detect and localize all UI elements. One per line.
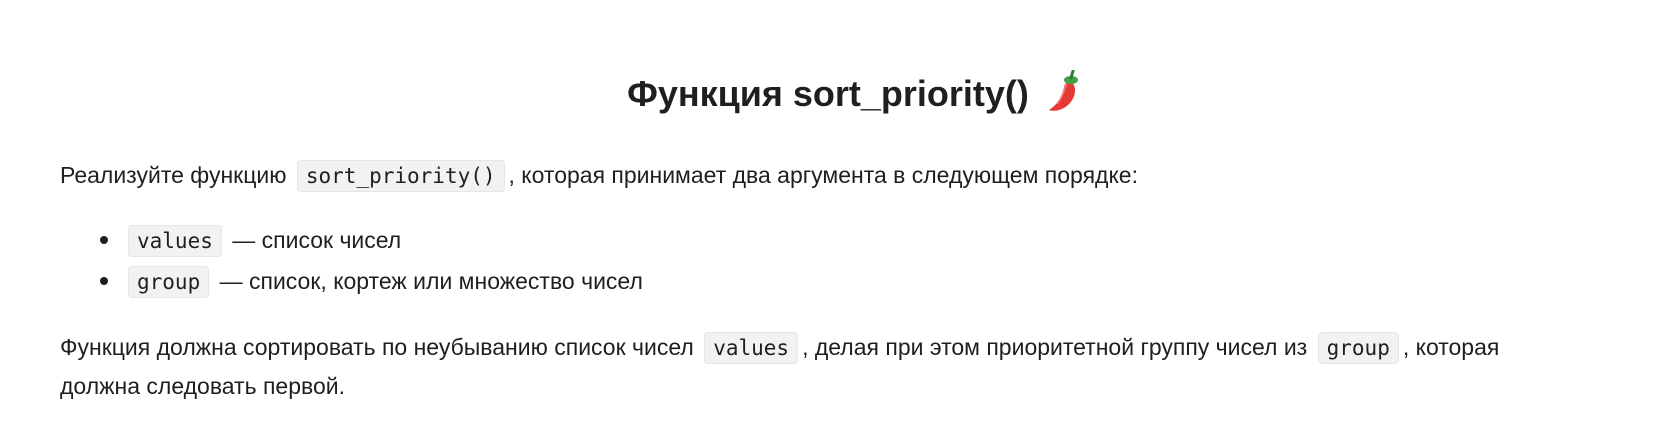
description-text: , делая при этом приоритетной группу чис… [802,334,1308,360]
bullet-icon [100,236,108,244]
list-item: group — список, кортеж или множество чис… [100,261,643,302]
description-text: , которая [1402,334,1500,360]
description-line-2: должна следовать первой. [60,373,345,399]
bullet-icon [100,277,108,285]
list-item: values — список чисел [100,220,643,261]
page-title-text: Функция sort_priority() [627,73,1029,114]
values-code: values [704,332,799,364]
arg-code-group: group [128,266,210,298]
arg-code-values: values [128,225,222,257]
argument-list: values — список чисел group — список, ко… [60,220,643,302]
intro-paragraph: Реализуйте функцию sort_priority(), кото… [60,156,1138,195]
function-name-code: sort_priority() [296,160,505,192]
description-paragraph: Функция должна сортировать по неубыванию… [60,328,1660,405]
arg-description: — список чисел [232,227,402,253]
intro-text-after: , которая принимает два аргумента в след… [508,162,1138,188]
page-title: Функция sort_priority() [60,69,1648,117]
chili-pepper-icon [1047,69,1081,112]
description-text: Функция должна сортировать по неубыванию… [60,334,694,360]
group-code: group [1317,332,1399,364]
intro-text-before: Реализуйте функцию [60,162,287,188]
description-line-1: Функция должна сортировать по неубыванию… [60,328,1660,367]
arg-description: — список, кортеж или множество чисел [219,268,643,294]
